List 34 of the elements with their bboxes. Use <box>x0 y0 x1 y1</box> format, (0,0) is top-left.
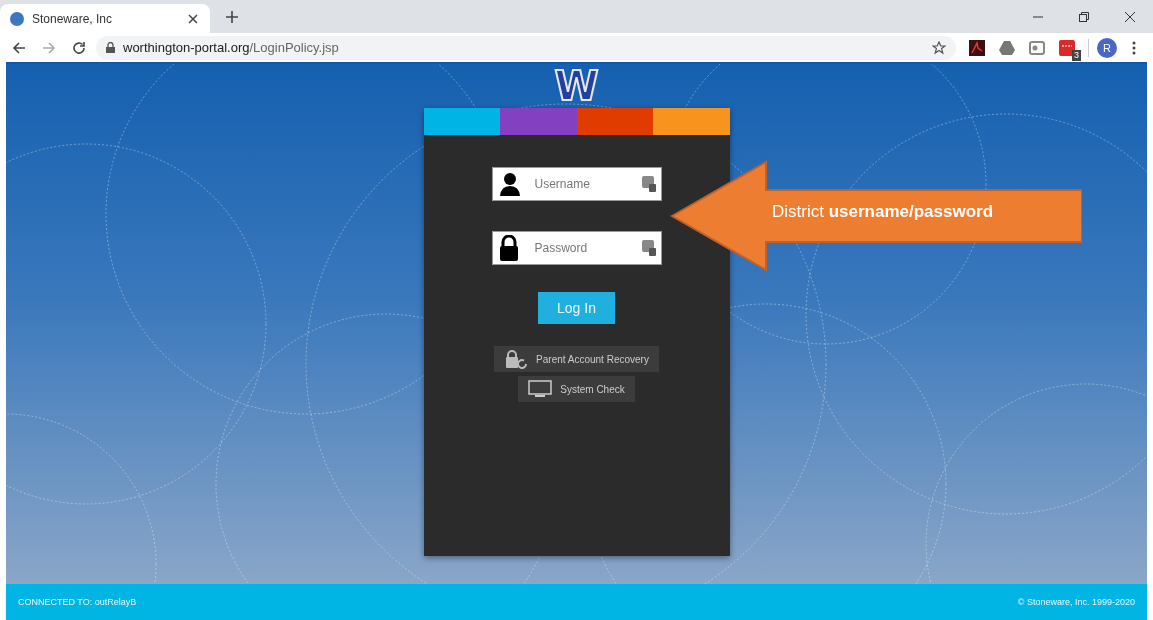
person-icon <box>498 172 521 196</box>
close-icon <box>1125 11 1135 22</box>
keypad-icon <box>641 240 656 256</box>
menu-icon <box>1132 40 1136 55</box>
site-favicon-icon <box>10 11 24 26</box>
reload-icon <box>72 40 86 55</box>
calendar-extension-button[interactable]: 3 <box>1056 36 1078 59</box>
calendar-icon <box>1059 39 1075 56</box>
plus-icon <box>226 11 238 23</box>
padlock-icon <box>498 235 519 261</box>
address-bar[interactable]: worthington-portal.org/LoginPolicy.jsp <box>96 35 956 60</box>
callout-text: District username/password <box>772 202 994 222</box>
url-text: worthington-portal.org/LoginPolicy.jsp <box>123 40 339 55</box>
pdf-icon <box>969 39 985 56</box>
forward-arrow-icon <box>42 40 56 55</box>
logo-letter: W <box>554 64 599 108</box>
system-check-link[interactable]: System Check <box>518 376 635 402</box>
padlock-icon <box>106 42 115 53</box>
connection-status: CONNECTED TO: outRelayB <box>18 597 137 607</box>
padlock-refresh-icon <box>504 349 529 369</box>
monitor-icon <box>528 380 553 398</box>
browser-tab[interactable]: Stoneware, Inc <box>0 4 210 33</box>
star-icon[interactable] <box>932 40 946 55</box>
account-recovery-link[interactable]: Parent Account Recovery <box>494 346 659 372</box>
profile-avatar[interactable]: R <box>1097 37 1117 58</box>
restore-icon <box>1079 11 1089 22</box>
copyright-text: © Stoneware, Inc. 1999-2020 <box>1017 597 1135 607</box>
password-field[interactable]: Password <box>491 231 662 265</box>
square-icon <box>1029 40 1045 55</box>
count-badge: 3 <box>1072 49 1081 61</box>
back-arrow-icon <box>12 40 26 55</box>
close-icon <box>188 13 198 24</box>
username-field[interactable]: Username <box>491 167 662 201</box>
keypad-icon <box>641 176 656 192</box>
